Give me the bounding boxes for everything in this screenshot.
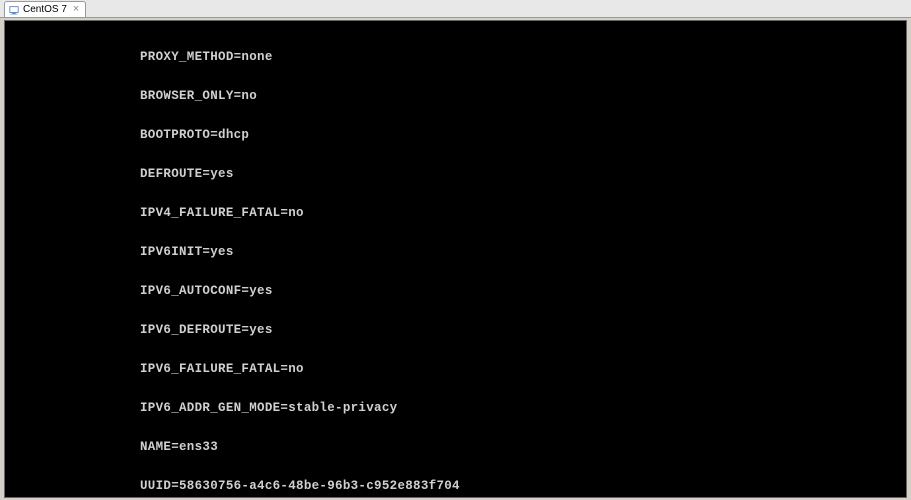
config-line: BOOTPROTO=dhcp — [5, 129, 906, 142]
config-line: IPV4_FAILURE_FATAL=no — [5, 207, 906, 220]
config-line: IPV6_DEFROUTE=yes — [5, 324, 906, 337]
tab-centos7[interactable]: CentOS 7 × — [4, 1, 86, 17]
tab-bar: CentOS 7 × — [0, 0, 911, 18]
config-line: NAME=ens33 — [5, 441, 906, 454]
config-line: PROXY_METHOD=none — [5, 51, 906, 64]
terminal-container: PROXY_METHOD=none BROWSER_ONLY=no BOOTPR… — [4, 20, 907, 498]
config-line: DEFROUTE=yes — [5, 168, 906, 181]
close-icon[interactable]: × — [73, 4, 79, 15]
config-line: BROWSER_ONLY=no — [5, 90, 906, 103]
config-line: IPV6_AUTOCONF=yes — [5, 285, 906, 298]
config-line: UUID=58630756-a4c6-48be-96b3-c952e883f70… — [5, 480, 906, 493]
terminal[interactable]: PROXY_METHOD=none BROWSER_ONLY=no BOOTPR… — [5, 21, 906, 498]
config-line: IPV6_FAILURE_FATAL=no — [5, 363, 906, 376]
config-line: IPV6INIT=yes — [5, 246, 906, 259]
tab-label: CentOS 7 — [23, 4, 67, 15]
config-line: IPV6_ADDR_GEN_MODE=stable-privacy — [5, 402, 906, 415]
vm-icon — [9, 5, 19, 15]
